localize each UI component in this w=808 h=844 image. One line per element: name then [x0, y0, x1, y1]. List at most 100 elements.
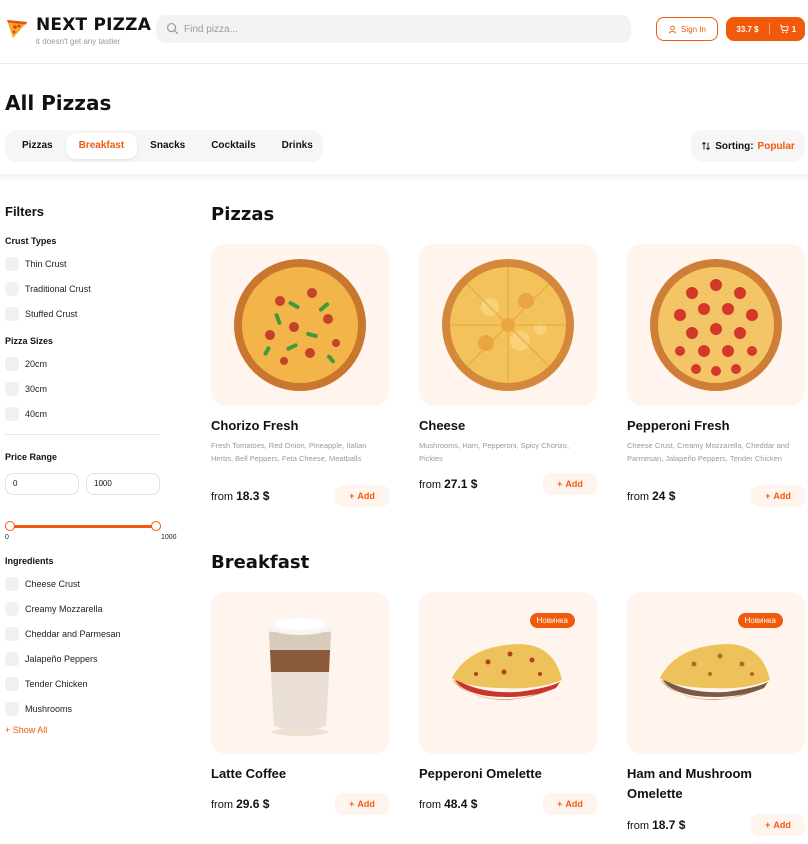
checkbox[interactable] [5, 382, 19, 396]
checkbox[interactable] [5, 702, 19, 716]
product-card-cheese[interactable]: Cheese Mushrooms, Ham, Pepperoni, Spicy … [419, 244, 597, 495]
add-button[interactable]: + Add [751, 814, 805, 836]
product-footer: from 29.6 $ + Add [211, 793, 389, 815]
product-footer: from 27.1 $ + Add [419, 473, 597, 495]
filter-label: Cheddar and Parmesan [25, 629, 121, 639]
tab-drinks[interactable]: Drinks [269, 133, 326, 159]
new-badge: Новинка [529, 613, 575, 628]
filter-traditional-crust[interactable]: Traditional Crust [5, 281, 91, 297]
product-image[interactable]: Новинка [419, 592, 597, 754]
sign-in-button[interactable]: Sign In [656, 17, 718, 41]
price-prefix: from [627, 491, 649, 503]
filter-label: Traditional Crust [25, 284, 91, 294]
price-slider-min-handle[interactable] [5, 521, 15, 531]
product-card-latte-coffee[interactable]: Latte Coffee from 29.6 $ + Add [211, 592, 389, 815]
filter-stuffed-crust[interactable]: Stuffed Crust [5, 306, 77, 322]
add-button[interactable]: + Add [751, 485, 805, 507]
filter-label: Jalapeño Peppers [25, 654, 98, 664]
filter-mushrooms[interactable]: Mushrooms [5, 701, 72, 717]
product-footer: from 24 $ + Add [627, 485, 805, 507]
checkbox[interactable] [5, 652, 19, 666]
product-price: from 18.7 $ [627, 818, 685, 832]
new-badge: Новинка [737, 613, 783, 628]
product-image[interactable] [627, 244, 805, 406]
search-input[interactable] [184, 15, 614, 43]
filter-label: Thin Crust [25, 259, 67, 269]
product-image[interactable]: Новинка [627, 592, 805, 754]
tab-pizzas[interactable]: Pizzas [9, 133, 66, 159]
checkbox[interactable] [5, 577, 19, 591]
user-icon [668, 25, 677, 34]
product-price: from 18.3 $ [211, 489, 269, 503]
product-card-pepperoni-fresh[interactable]: Pepperoni Fresh Cheese Crust, Creamy Moz… [627, 244, 805, 507]
product-card-ham-mushroom-omelette[interactable]: Новинка Ham and Mushroom Omelette from 1… [627, 592, 805, 836]
checkbox[interactable] [5, 407, 19, 421]
cart-total: 33.7 $ [736, 24, 759, 34]
checkbox[interactable] [5, 677, 19, 691]
checkbox[interactable] [5, 357, 19, 371]
add-label: Add [773, 820, 791, 830]
cart-icon [779, 24, 789, 34]
filter-size-20[interactable]: 20cm [5, 356, 47, 372]
pizza-sizes-heading: Pizza Sizes [5, 336, 54, 346]
sign-in-label: Sign In [681, 24, 706, 34]
add-button[interactable]: + Add [335, 485, 389, 507]
product-image[interactable] [211, 244, 389, 406]
plus-icon: + [765, 820, 771, 830]
price-slider-track[interactable] [10, 525, 160, 528]
checkbox[interactable] [5, 627, 19, 641]
search-bar[interactable] [156, 15, 631, 43]
plus-icon: + [349, 491, 355, 501]
tab-breakfast[interactable]: Breakfast [65, 133, 138, 159]
plus-icon: + [557, 799, 563, 809]
price-to-input[interactable]: 1000 [86, 473, 160, 495]
product-price: from 48.4 $ [419, 797, 477, 811]
plus-icon: + [349, 799, 355, 809]
cart-button[interactable]: 33.7 $ 1 [726, 17, 805, 41]
price-value: 18.7 $ [652, 818, 686, 832]
pizza-image [442, 259, 574, 391]
section-title-pizzas: Pizzas [211, 204, 275, 225]
price-prefix: from [211, 491, 233, 503]
product-name: Latte Coffee [211, 766, 287, 781]
latte-image [268, 617, 332, 736]
price-value: 24 $ [652, 489, 676, 503]
price-value: 29.6 $ [236, 797, 270, 811]
filter-cheddar-parmesan[interactable]: Cheddar and Parmesan [5, 626, 121, 642]
section-title-breakfast: Breakfast [211, 552, 310, 573]
filter-cheese-crust[interactable]: Cheese Crust [5, 576, 80, 592]
pizza-logo-icon[interactable] [5, 16, 29, 40]
filter-tender-chicken[interactable]: Tender Chicken [5, 676, 88, 692]
sort-arrows-icon [702, 141, 711, 151]
filter-thin-crust[interactable]: Thin Crust [5, 256, 67, 272]
filter-creamy-mozzarella[interactable]: Creamy Mozzarella [5, 601, 103, 617]
checkbox[interactable] [5, 257, 19, 271]
add-label: Add [357, 491, 375, 501]
filter-size-40[interactable]: 40cm [5, 406, 47, 422]
brand[interactable]: NEXT PIZZA it doesn't get any tastier [36, 15, 151, 48]
product-image[interactable] [419, 244, 597, 406]
cart-count-group: 1 [770, 24, 805, 34]
add-button[interactable]: + Add [543, 793, 597, 815]
product-image[interactable] [211, 592, 389, 754]
checkbox[interactable] [5, 282, 19, 296]
price-slider-max-handle[interactable] [151, 521, 161, 531]
sorting-dropdown[interactable]: Sorting: Popular [691, 130, 805, 162]
product-footer: from 18.3 $ + Add [211, 485, 389, 507]
product-card-pepperoni-omelette[interactable]: Новинка Pepperoni Omelette from 48.4 $ +… [419, 592, 597, 815]
tab-cocktails[interactable]: Cocktails [198, 133, 268, 159]
product-card-chorizo-fresh[interactable]: Chorizo Fresh Fresh Tomatoes, Red Onion,… [211, 244, 389, 507]
filter-jalapeno-peppers[interactable]: Jalapeño Peppers [5, 651, 98, 667]
filters-title: Filters [5, 204, 45, 219]
price-from-input[interactable]: 0 [5, 473, 79, 495]
price-value: 27.1 $ [444, 477, 478, 491]
show-all-link[interactable]: + Show All [5, 725, 47, 735]
filter-size-30[interactable]: 30cm [5, 381, 47, 397]
add-button[interactable]: + Add [543, 473, 597, 495]
plus-icon: + [765, 491, 771, 501]
add-button[interactable]: + Add [335, 793, 389, 815]
add-label: Add [357, 799, 375, 809]
tab-snacks[interactable]: Snacks [137, 133, 198, 159]
checkbox[interactable] [5, 602, 19, 616]
checkbox[interactable] [5, 307, 19, 321]
